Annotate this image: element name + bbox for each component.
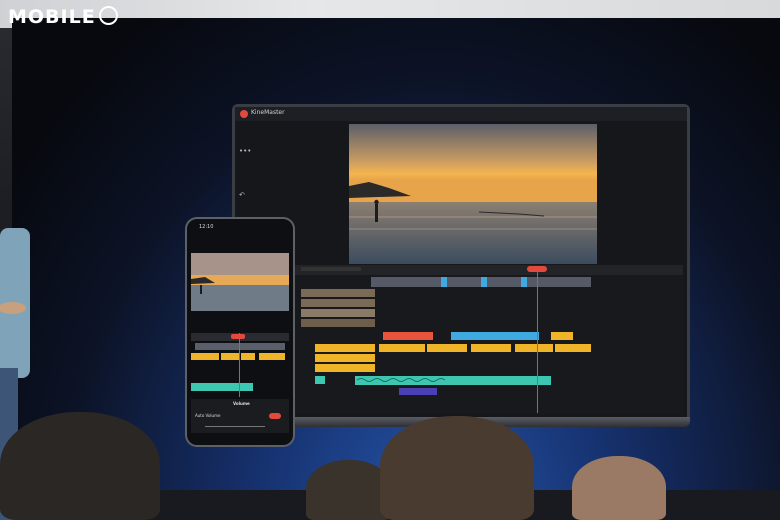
undo-icon[interactable]: ↶	[239, 191, 245, 199]
phone-video-preview	[191, 253, 289, 311]
auto-volume-label: Auto Volume	[195, 413, 221, 418]
more-icon[interactable]: •••	[239, 147, 251, 155]
phone-clock: 12:10	[199, 224, 214, 230]
phone-timeline	[191, 333, 289, 397]
app-title-bar: KineMaster	[235, 107, 687, 121]
audience-head	[0, 412, 160, 520]
watermark-text: MOBILE	[8, 6, 96, 28]
auto-volume-toggle[interactable]	[269, 413, 281, 419]
watermark-logo: MOBILE	[8, 6, 118, 28]
photo-scene: KineMaster ••• ↶ 12:10 Volume Auto Volum…	[0, 0, 780, 520]
editor-timeline	[291, 265, 683, 415]
volume-slider[interactable]	[205, 426, 265, 427]
smartphone: 12:10 Volume Auto Volume	[185, 217, 295, 447]
video-preview	[349, 124, 597, 264]
watermark-circle-icon	[98, 6, 118, 25]
app-title: KineMaster	[251, 109, 285, 116]
audience-head	[572, 456, 666, 520]
playhead-line	[537, 267, 538, 413]
audience-head	[380, 416, 534, 520]
laptop-display: KineMaster ••• ↶	[232, 104, 690, 426]
panel-title: Volume	[233, 401, 250, 406]
app-logo-icon	[240, 110, 248, 118]
